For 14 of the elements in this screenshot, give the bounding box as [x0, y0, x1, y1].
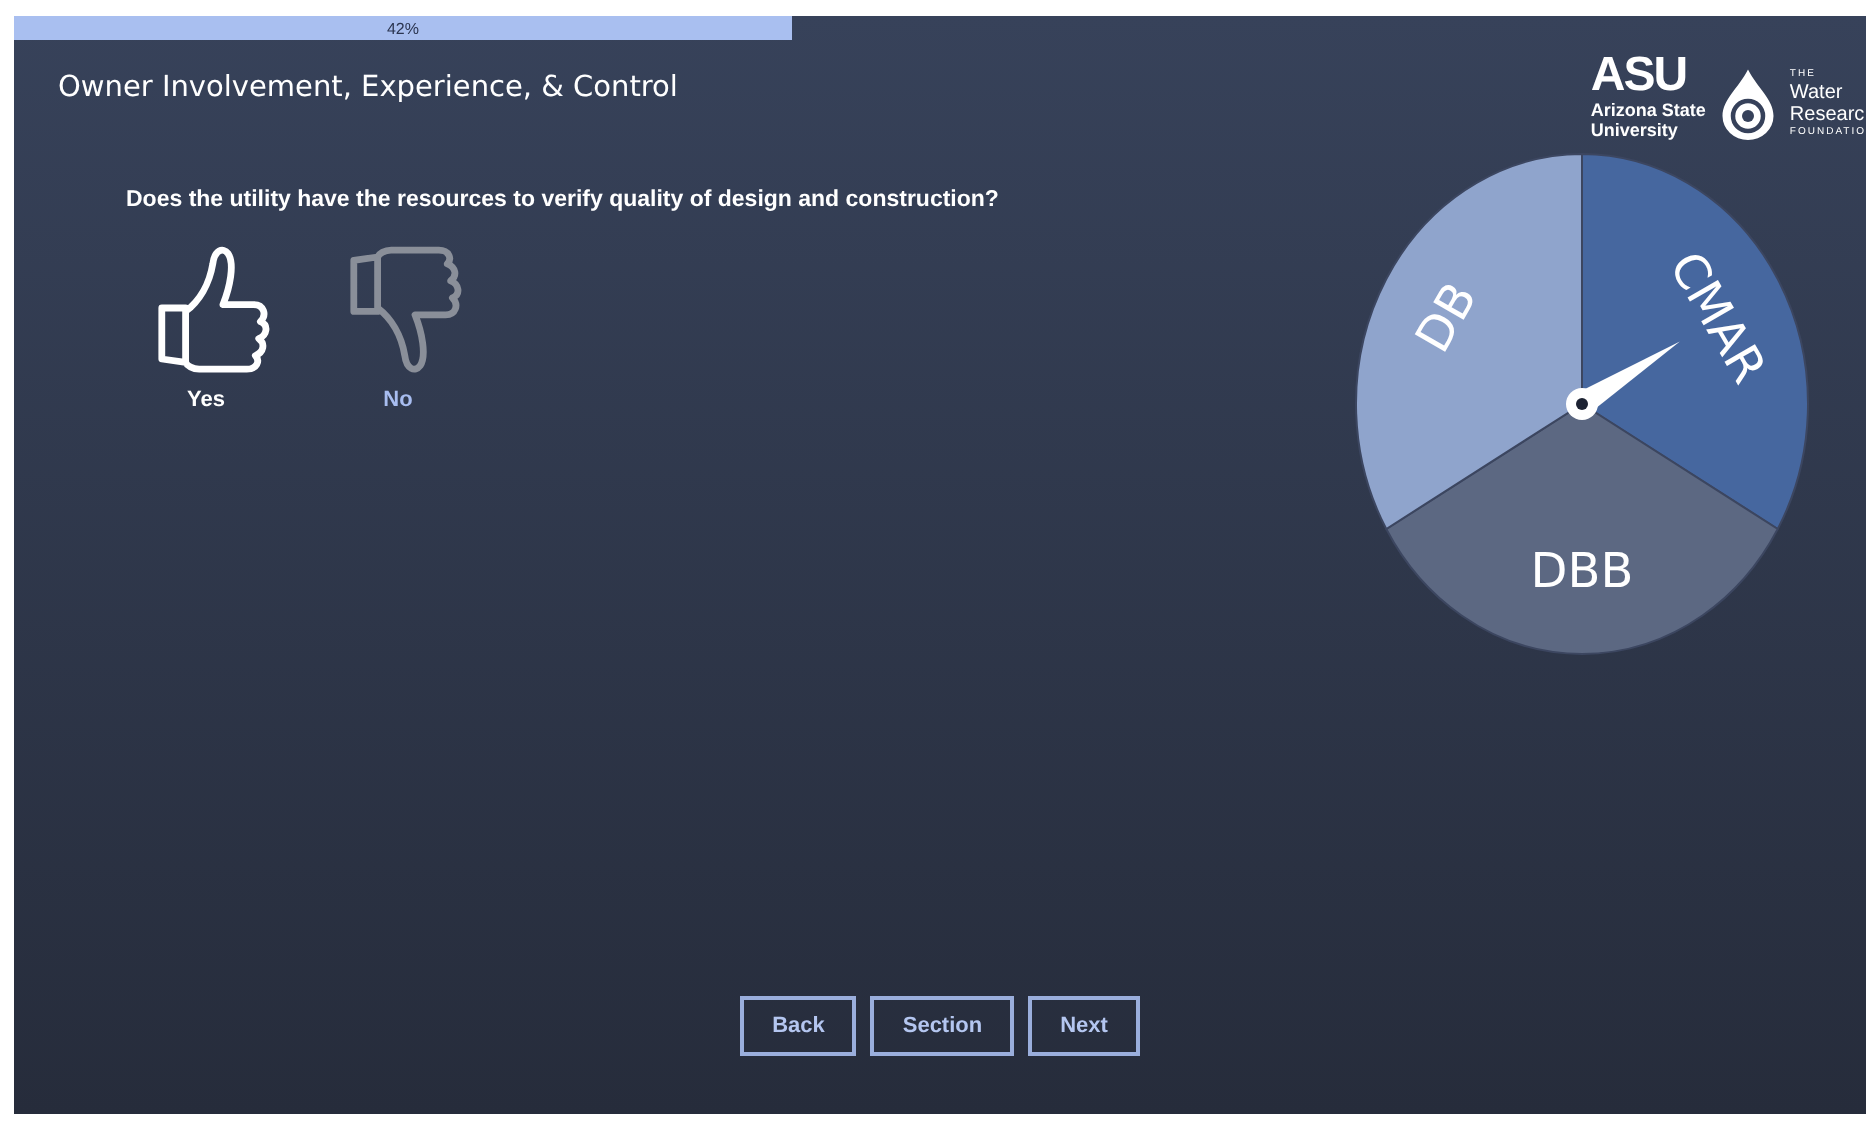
logo-text: Researc [1789, 104, 1866, 126]
question-text: Does the utility have the resources to verify quality of design and construction? [126, 188, 1001, 212]
page-title: Owner Involvement, Experience, & Control [58, 72, 678, 104]
logo-mark: ASU [1590, 52, 1687, 100]
answer-option[interactable]: No [330, 240, 466, 412]
nav-button[interactable]: Back [740, 996, 857, 1056]
nav-button[interactable]: Next [1028, 996, 1140, 1056]
logo-text: University [1590, 120, 1678, 140]
progress-label: 42% [386, 19, 419, 37]
answer-option[interactable]: Yes [138, 240, 274, 412]
water-drop-icon [1717, 64, 1778, 144]
logo-text: Arizona State [1590, 100, 1706, 120]
logo-text: Water [1789, 82, 1845, 104]
nav-button[interactable]: Section [870, 996, 1015, 1056]
